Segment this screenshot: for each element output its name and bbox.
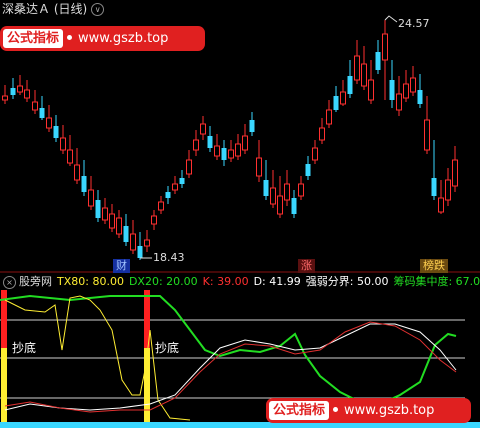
candle-body [347,76,353,94]
tag-bang[interactable]: 榜跌 [420,259,448,273]
candle-body [17,85,23,93]
candle-body [361,63,367,87]
candle-body [193,139,199,151]
candle-body [375,52,381,70]
chaodi-label-2: 抄底 [155,341,180,355]
candle-body [445,179,451,201]
candle-body [60,137,66,151]
chart-canvas [0,15,480,428]
green-line [0,294,457,406]
badge-label: 公式指标 [3,29,64,48]
k-value: K: 39.00 [202,275,249,288]
candle-body [151,215,157,225]
chip-concentration-value: 筹码集中度: 67.0 [393,275,480,288]
chart-header: 深桑达Ａ (日线) ∨ [0,0,105,18]
high-pointer [384,15,398,23]
candle-body [263,180,269,196]
candle-body [221,148,227,160]
badge-url: www.gszb.top [344,403,435,418]
indicator-legend: × 股旁网 TX80: 80.00 DX20: 20.00 K: 39.00 D: 41.… [0,274,480,290]
signal-column-yellow [1,348,7,422]
candle-body [431,178,437,196]
badge-url: www.gszb.top [78,31,169,46]
stock-title: 深桑达Ａ (日线) [2,2,88,16]
candle-body [417,90,423,104]
candle-body [284,183,290,201]
candle-body [179,178,185,184]
candle-body [137,246,143,258]
candle-body [368,79,374,101]
dot-icon [333,407,339,412]
badge-label: 公式指标 [269,401,330,420]
candle-body [24,89,30,99]
candle-body [249,120,255,132]
candle-body [172,183,178,191]
candle-body [32,101,38,111]
candle-body [333,96,339,110]
low-price-label: 18.43 [153,251,185,264]
candle-body [389,80,395,100]
candle-body [46,117,52,129]
candle-body [39,108,45,118]
dx20-value: DX20: 20.00 [128,275,198,288]
strong-weak-value: 强弱分界: 50.00 [305,275,389,288]
candle-body [298,183,304,197]
candle-body [396,93,402,111]
candle-body [207,136,213,148]
d-value: D: 41.99 [253,275,301,288]
candle-body [165,192,171,198]
candle-body [214,145,220,157]
dot-icon [67,35,73,40]
candle-body [242,135,248,151]
candle-body [403,83,409,99]
tag-zhang[interactable]: 涨 [298,259,315,273]
candle-body [74,164,80,181]
candle-body [410,77,416,93]
candle-body [200,123,206,135]
candle-body [130,233,136,251]
candle-body [144,239,150,247]
candle-body [340,91,346,105]
candle-body [277,195,283,215]
watermark-badge-bottom: 公式指标 www.gszb.top [266,398,471,423]
candle-body [452,159,458,187]
candle-body [10,88,16,95]
tx80-value: TX80: 80.00 [57,275,124,288]
candle-body [123,226,129,242]
candle-body [186,159,192,175]
candle-body [312,147,318,161]
candle-body [2,95,8,101]
indicator-name: 股旁网 [19,275,52,288]
close-icon[interactable]: × [3,275,16,289]
candle-body [256,157,262,177]
candle-body [109,213,115,229]
candle-body [270,187,276,205]
candle-body [102,207,108,221]
candle-body [53,126,59,138]
candle-body [88,189,94,207]
high-price-label: 24.57 [398,17,430,30]
candle-body [305,164,311,176]
candle-body [158,201,164,211]
collapse-icon[interactable]: ∨ [91,3,105,16]
candle-body [67,149,73,164]
candle-body [291,198,297,214]
candle-body [95,200,101,218]
candle-body [116,217,122,235]
candle-body [382,33,388,61]
candle-body [228,149,234,159]
candle-body [319,127,325,141]
candle-body [438,197,444,213]
candle-body [81,176,87,192]
watermark-badge-top: 公式指标 www.gszb.top [0,26,205,51]
candlestick-series [2,15,458,260]
candle-body [326,109,332,125]
candle-body [424,119,430,151]
chaodi-label-1: 抄底 [12,341,37,355]
candle-body [235,143,241,157]
candle-body [354,55,360,81]
tag-cai[interactable]: 财 [113,259,130,273]
